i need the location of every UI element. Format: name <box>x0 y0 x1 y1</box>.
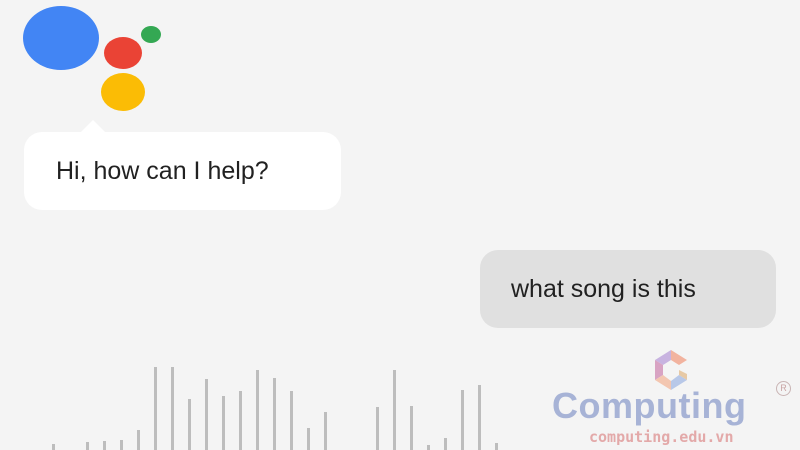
registered-mark: R <box>776 381 791 396</box>
waveform-bar <box>393 370 396 450</box>
waveform-bar <box>52 444 55 450</box>
waveform-bar <box>239 391 242 450</box>
waveform-bar <box>188 399 191 450</box>
computing-watermark: Computing R computing.edu.vn <box>548 348 798 448</box>
waveform-bar <box>154 367 157 450</box>
waveform-bar <box>222 396 225 450</box>
waveform-bar <box>461 390 464 450</box>
waveform-bar <box>444 438 447 450</box>
assistant-logo-yellow-dot <box>101 73 145 111</box>
user-query-text: what song is this <box>511 274 696 303</box>
assistant-logo-blue-dot <box>23 6 99 70</box>
waveform-bar <box>478 385 481 450</box>
assistant-message-bubble: Hi, how can I help? <box>24 120 341 210</box>
assistant-greeting-text: Hi, how can I help? <box>56 156 269 185</box>
waveform-bar <box>205 379 208 450</box>
waveform-bar <box>86 442 89 450</box>
assistant-logo-green-dot <box>141 26 161 43</box>
watermark-url: computing.edu.vn <box>589 428 734 446</box>
assistant-logo-red-dot <box>104 37 142 69</box>
waveform-bar <box>137 430 140 450</box>
waveform-bar <box>103 441 106 450</box>
bubble-tail <box>80 120 106 133</box>
waveform-bar <box>495 443 498 450</box>
waveform-bar <box>290 391 293 450</box>
waveform-bar <box>256 370 259 450</box>
waveform-bar <box>171 367 174 450</box>
waveform-bar <box>376 407 379 450</box>
assistant-screen: Hi, how can I help? what song is this Co… <box>0 0 800 450</box>
waveform-bar <box>307 428 310 450</box>
waveform-bar <box>120 440 123 450</box>
watermark-brand: Computing <box>552 385 747 426</box>
waveform-bar <box>273 378 276 450</box>
waveform-bar <box>324 412 327 450</box>
waveform-bar <box>427 445 430 450</box>
waveform-bar <box>410 406 413 450</box>
user-query-bubble[interactable]: what song is this <box>480 250 776 328</box>
